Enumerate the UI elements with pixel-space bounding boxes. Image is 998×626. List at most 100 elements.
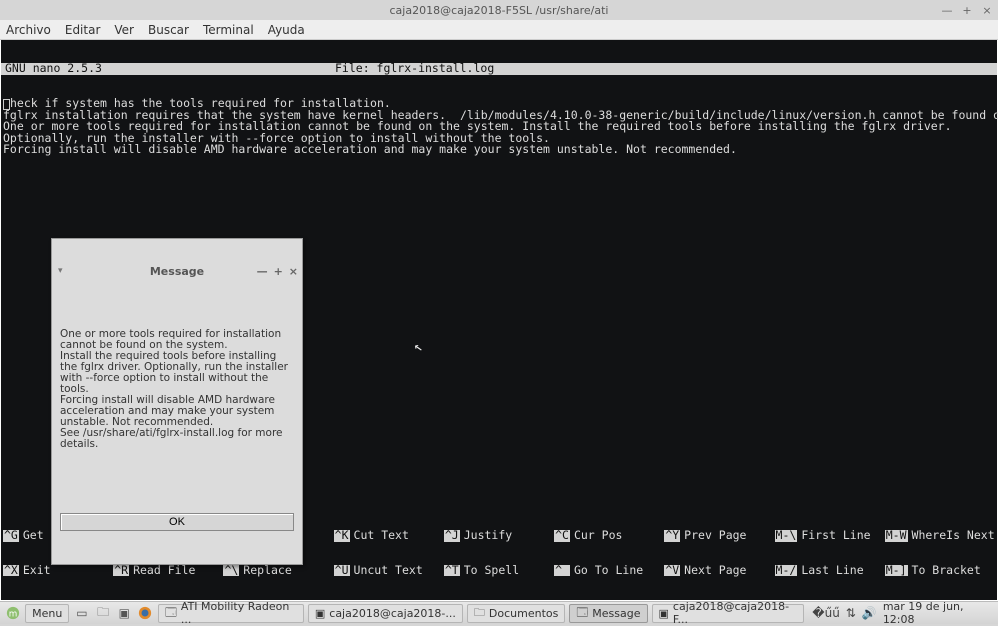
nano-shortcut-key: ^X	[3, 565, 19, 577]
system-tray: �űű ⇅ 🔊 mar 19 de jun, 12:08	[812, 600, 994, 626]
taskbar: m Menu ▭ 🗀 ▣ 🗔 ATI Mobility Radeon ... ▣…	[0, 601, 998, 624]
nano-shortcut: M-W WhereIs Next	[885, 530, 995, 542]
nano-shortcut: M-] To Bracket	[885, 565, 995, 577]
dialog-body: One or more tools required for installat…	[52, 303, 302, 482]
menu-ver[interactable]: Ver	[114, 23, 134, 37]
nano-shortcut: M-\First Line	[775, 530, 885, 542]
nano-shortcut-label: Go To Line	[574, 565, 643, 577]
window-minimize-button[interactable]: —	[940, 4, 954, 17]
nano-shortcut-key: M-\	[775, 530, 798, 542]
nano-shortcut-label: Cur Pos	[574, 530, 622, 542]
nano-shortcut-key: M-/	[775, 565, 798, 577]
nano-header: GNU nano 2.5.3 File: fglrx-install.log	[1, 63, 997, 75]
network-icon[interactable]: ⇅	[846, 606, 856, 620]
nano-shortcut-label: Uncut Text	[354, 565, 423, 577]
nano-text: heck if system has the tools required fo…	[3, 96, 998, 156]
taskbar-item-terminal2[interactable]: ▣ caja2018@caja2018-F...	[652, 604, 805, 623]
taskbar-item-terminal1[interactable]: ▣ caja2018@caja2018-...	[308, 604, 463, 623]
clock[interactable]: mar 19 de jun, 12:08	[883, 600, 990, 626]
dialog-titlebar[interactable]: ▾ Message — + ×	[52, 262, 302, 280]
window-title: caja2018@caja2018-F5SL /usr/share/ati	[389, 4, 608, 17]
nano-shortcut-key: ^C	[554, 530, 570, 542]
nano-shortcut-key: ^K	[334, 530, 350, 542]
nano-version: GNU nano 2.5.3	[5, 63, 335, 75]
dialog-maximize-button[interactable]: +	[274, 266, 283, 277]
firefox-icon[interactable]	[137, 604, 154, 622]
terminal-small-icon: ▣	[315, 607, 325, 620]
nano-shortcut-key: ^Y	[664, 530, 680, 542]
nano-shortcut: ^_ Go To Line	[554, 565, 664, 577]
nano-shortcut-key: ^R	[113, 565, 129, 577]
terminal-small-icon: ▣	[659, 607, 669, 620]
taskbar-item-label: Message	[592, 607, 640, 620]
menu-buscar[interactable]: Buscar	[148, 23, 189, 37]
menu-terminal[interactable]: Terminal	[203, 23, 254, 37]
nano-shortcut: ^T To Spell	[444, 565, 554, 577]
dialog-menu-icon[interactable]: ▾	[58, 267, 63, 276]
nano-file-label: File: fglrx-install.log	[335, 63, 494, 75]
nano-shortcut-label: First Line	[801, 530, 870, 542]
files-icon[interactable]: 🗀	[95, 604, 112, 622]
nano-shortcut-key: ^_	[554, 565, 570, 577]
nano-shortcut: ^J Justify	[444, 530, 554, 542]
update-icon[interactable]: �űű	[812, 606, 840, 620]
show-desktop-icon[interactable]: ▭	[73, 604, 90, 622]
nano-shortcut-label: To Bracket	[912, 565, 981, 577]
nano-shortcut: ^K Cut Text	[334, 530, 444, 542]
nano-shortcut: ^U Uncut Text	[334, 565, 444, 577]
window-maximize-button[interactable]: +	[960, 4, 974, 17]
nano-shortcut-label: Read File	[133, 565, 195, 577]
volume-icon[interactable]: 🔊	[862, 606, 877, 620]
ok-button[interactable]: OK	[60, 513, 294, 531]
menu-button[interactable]: Menu	[25, 604, 69, 623]
taskbar-item-label: ATI Mobility Radeon ...	[181, 600, 297, 626]
nano-shortcut-label: Cut Text	[354, 530, 409, 542]
nano-shortcut-key: ^J	[444, 530, 460, 542]
menubar: Archivo Editar Ver Buscar Terminal Ayuda	[0, 20, 998, 40]
taskbar-item-label: caja2018@caja2018-F...	[673, 600, 797, 626]
nano-shortcut-label: Next Page	[684, 565, 746, 577]
menu-ayuda[interactable]: Ayuda	[268, 23, 305, 37]
nano-shortcut-key: ^V	[664, 565, 680, 577]
dialog-close-button[interactable]: ×	[289, 266, 298, 277]
terminal-icon[interactable]: ▣	[116, 604, 133, 622]
menu-editar[interactable]: Editar	[65, 23, 101, 37]
nano-shortcut-label: Replace	[243, 565, 291, 577]
nano-shortcut-key: ^U	[334, 565, 350, 577]
taskbar-item-documentos[interactable]: 🗀 Documentos	[467, 604, 565, 623]
nano-shortcut-label: WhereIs Next	[912, 530, 995, 542]
taskbar-item-ati[interactable]: 🗔 ATI Mobility Radeon ...	[158, 604, 304, 623]
dialog-message: One or more tools required for installat…	[60, 329, 294, 450]
menu-archivo[interactable]: Archivo	[6, 23, 51, 37]
folder-icon: 🗀	[474, 604, 485, 623]
window-icon: 🗔	[165, 604, 177, 623]
dialog-minimize-button[interactable]: —	[257, 266, 268, 277]
dialog-title: Message	[150, 266, 204, 277]
nano-shortcut: M-/Last Line	[775, 565, 885, 577]
nano-shortcut-label: Exit	[23, 565, 51, 577]
mouse-cursor-icon: ↖	[413, 339, 424, 354]
menu-button-label: Menu	[32, 607, 62, 620]
nano-shortcut: ^V Next Page	[664, 565, 774, 577]
nano-shortcut-label: Justify	[464, 530, 512, 542]
message-dialog: ▾ Message — + × One or more tools requir…	[51, 238, 303, 565]
window-icon: 🗔	[576, 604, 588, 623]
taskbar-item-message[interactable]: 🗔 Message	[569, 604, 647, 623]
taskbar-item-label: Documentos	[489, 607, 558, 620]
mint-menu-icon[interactable]: m	[4, 604, 21, 622]
nano-shortcut: ^Y Prev Page	[664, 530, 774, 542]
nano-shortcut: ^\Replace	[223, 565, 333, 577]
nano-shortcut-key: ^T	[444, 565, 460, 577]
svg-text:m: m	[8, 610, 17, 620]
nano-shortcut-label: Prev Page	[684, 530, 746, 542]
window-close-button[interactable]: ×	[980, 4, 994, 17]
terminal[interactable]: GNU nano 2.5.3 File: fglrx-install.log h…	[0, 40, 998, 601]
nano-shortcut-key: M-W	[885, 530, 908, 542]
window-titlebar: caja2018@caja2018-F5SL /usr/share/ati — …	[0, 0, 998, 20]
taskbar-item-label: caja2018@caja2018-...	[329, 607, 456, 620]
nano-shortcut: ^C Cur Pos	[554, 530, 664, 542]
nano-shortcut-label: To Spell	[464, 565, 519, 577]
nano-shortcut-key: ^G	[3, 530, 19, 542]
nano-shortcut-label: Last Line	[801, 565, 863, 577]
nano-shortcut-key: M-]	[885, 565, 908, 577]
